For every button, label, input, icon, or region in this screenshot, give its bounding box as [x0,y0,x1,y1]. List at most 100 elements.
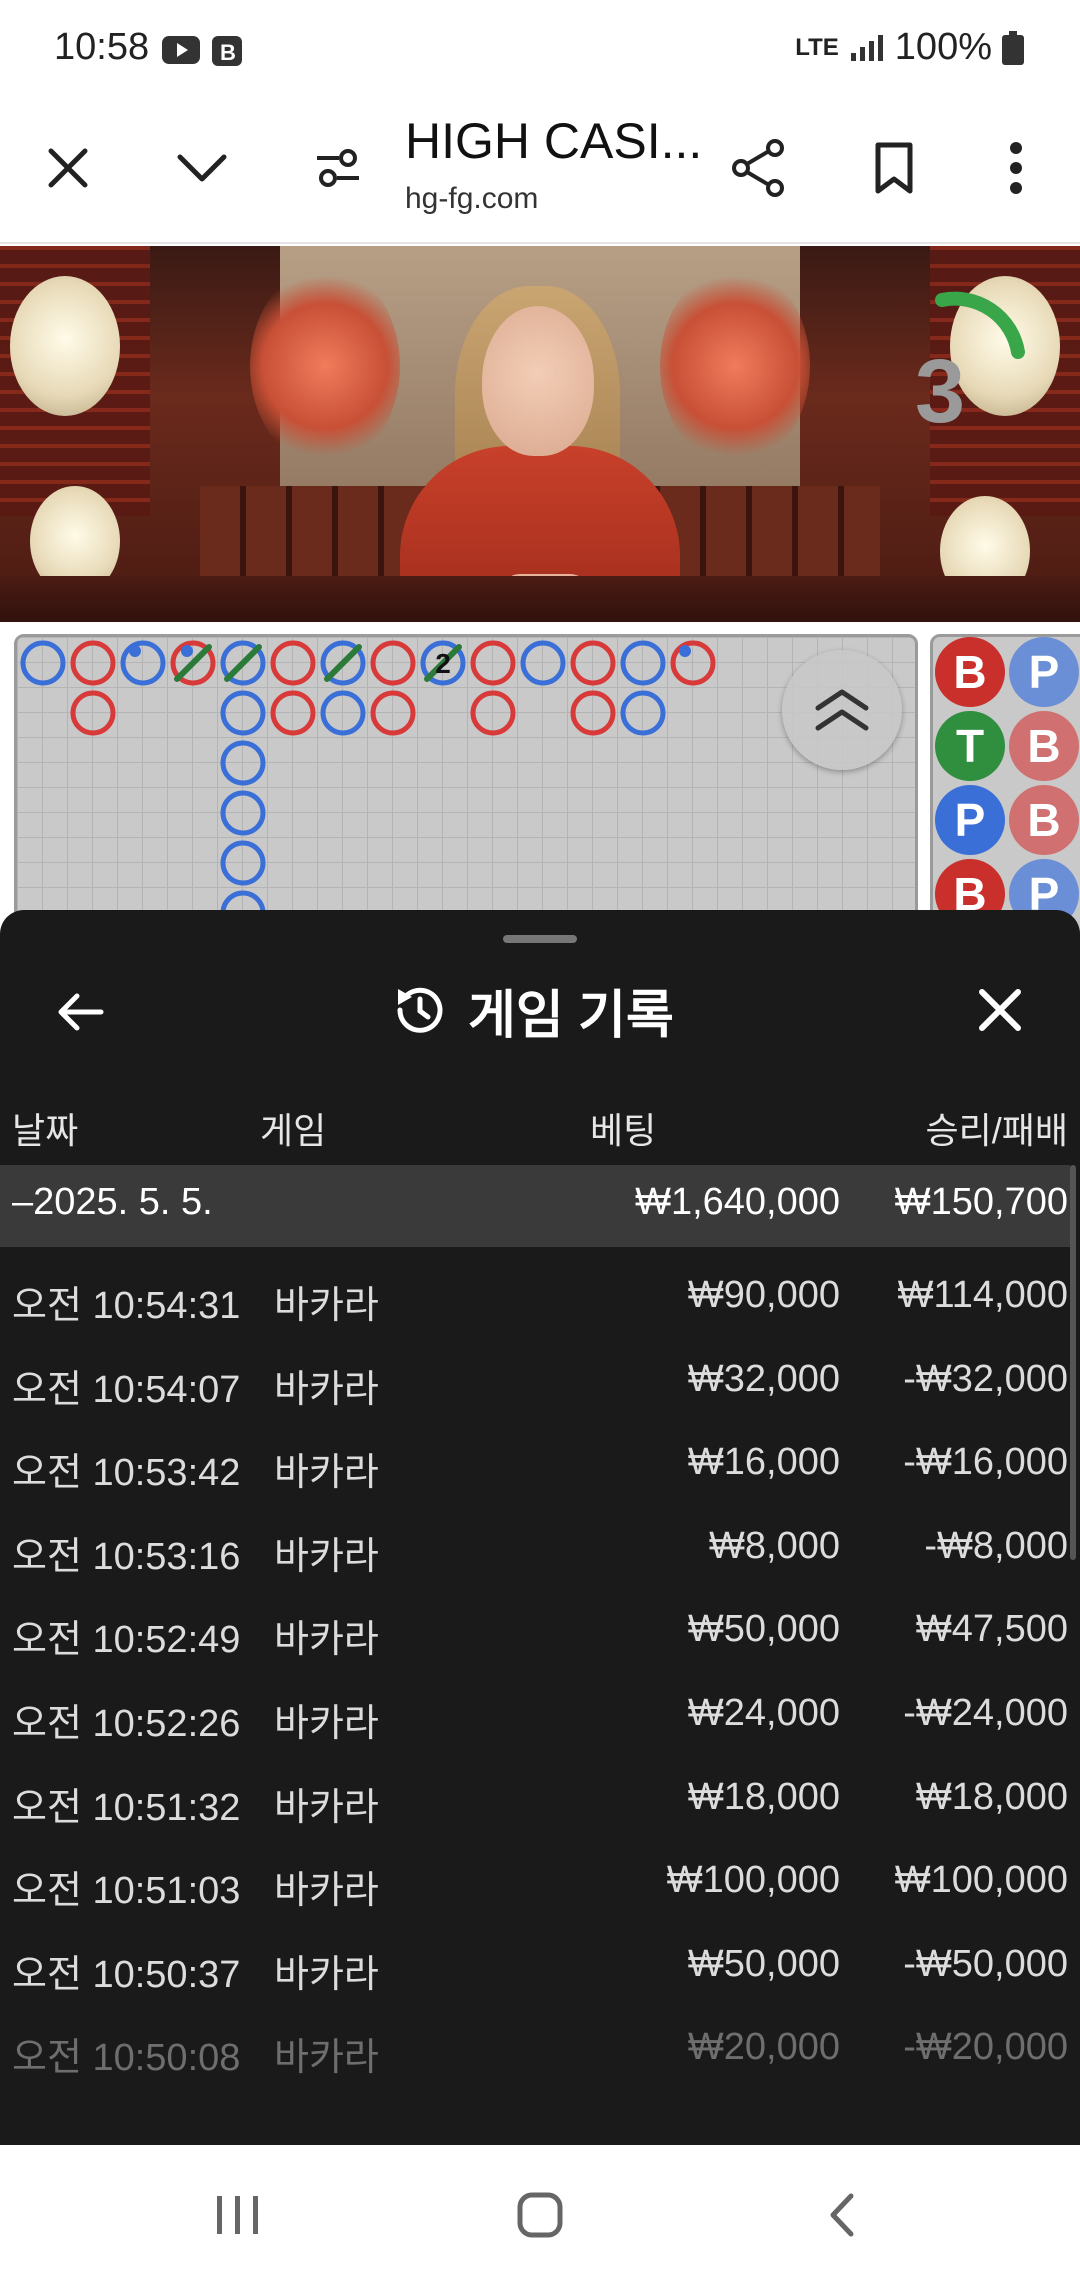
row-result: ₩100,000 [894,1859,1068,1902]
browser-toolbar: HIGH CASI... hg-fg.com [0,100,1080,244]
row-bet: ₩50,000 [687,1608,840,1651]
row-time: 오전 10:53:16 [12,1535,241,1578]
summary-bet: ₩1,640,000 [635,1181,840,1223]
more-options-button[interactable] [976,128,1056,208]
row-game: 바카라 [274,1285,379,1327]
row-time: 오전 10:52:26 [12,1702,241,1745]
history-row[interactable]: 오전 10:50:08 바카라 ₩20,000 -₩20,000 [0,2004,1070,2088]
history-row[interactable]: 오전 10:52:49 바카라 ₩50,000 ₩47,500 [0,1586,1070,1670]
row-game: 바카라 [274,1786,379,1829]
back-nav-button[interactable] [792,2175,892,2255]
dealer-face [482,306,594,456]
bookmark-button[interactable] [854,128,934,208]
row-result: ₩18,000 [915,1775,1068,1818]
game-history-sheet: 게임 기록 날짜 게임 베팅 승리/패배 –2025. 5. 5. ₩1,640… [0,910,1080,2145]
recent-apps-button[interactable] [188,2175,288,2255]
column-header-result[interactable]: 승리/패배 [926,1102,1068,1154]
cherry-blossom [660,266,810,466]
youtube-icon [162,36,200,64]
row-time: 오전 10:50:37 [12,1953,241,1996]
row-game: 바카라 [274,1619,379,1662]
bead-player: P [1009,637,1079,707]
bead-tie: T [935,711,1005,781]
share-button[interactable] [718,128,798,208]
cherry-blossom [250,266,400,466]
row-bet: ₩24,000 [687,1691,840,1734]
site-settings-button[interactable] [298,128,378,208]
collapse-scoreboard-button[interactable] [782,650,902,770]
sheet-header: 게임 기록 [388,970,674,1050]
summary-result: ₩150,700 [894,1181,1068,1223]
countdown-number: 3 [915,342,965,436]
column-header-game[interactable]: 게임 [260,1102,326,1154]
battery-icon [1002,30,1024,65]
history-row[interactable]: 오전 10:53:42 바카라 ₩16,000 -₩16,000 [0,1419,1070,1503]
system-nav-bar [0,2145,1080,2280]
sheet-title: 게임 기록 [468,986,674,1045]
row-game: 바카라 [274,1368,379,1411]
row-bet: ₩16,000 [687,1441,840,1484]
signal-icon [850,34,883,61]
row-game: 바카라 [274,2037,379,2080]
row-result: -₩8,000 [924,1524,1068,1567]
day-summary-row[interactable]: –2025. 5. 5. ₩1,640,000 ₩150,700 [0,1165,1070,1247]
double-chevron-up-icon [815,689,869,731]
bead-banker: B [1009,785,1079,855]
status-bar: 10:58 B LTE 100% [0,0,1080,100]
row-bet: ₩20,000 [687,2026,840,2069]
row-result: -₩50,000 [903,1942,1068,1985]
row-bet: ₩50,000 [687,1942,840,1985]
column-header-date[interactable]: 날짜 [12,1102,78,1154]
history-row[interactable]: 오전 10:53:16 바카라 ₩8,000 -₩8,000 [0,1503,1070,1587]
home-button[interactable] [490,2175,590,2255]
row-bet: ₩18,000 [687,1775,840,1818]
row-game: 바카라 [274,1953,379,1996]
history-row[interactable]: 오전 10:51:03 바카라 ₩100,000 ₩100,000 [0,1837,1070,1921]
b-app-icon: B [212,36,242,66]
history-row[interactable]: 오전 10:54:07 바카라 ₩32,000 -₩32,000 [0,1336,1070,1420]
summary-date: –2025. 5. 5. [12,1181,213,1223]
share-icon [732,139,784,197]
row-result: ₩47,500 [915,1608,1068,1651]
network-type: LTE [795,33,839,61]
bead-banker: B [935,637,1005,707]
status-indicators: LTE 100% [795,26,1024,69]
row-game: 바카라 [274,1452,379,1495]
big-road-scoreboard[interactable]: 2 [14,634,918,934]
history-row[interactable]: 오전 10:54:31 바카라 ₩90,000 ₩114,000 [0,1252,1070,1336]
live-video-stream[interactable]: 3 [0,246,1080,622]
row-bet: ₩32,000 [687,1357,840,1400]
more-vert-icon [1010,142,1022,194]
close-icon [48,148,88,188]
back-button[interactable] [40,972,120,1052]
battery-percent: 100% [894,26,992,68]
drag-handle[interactable] [503,935,577,943]
scrollbar[interactable] [1070,1165,1076,1560]
history-row[interactable]: 오전 10:51:32 바카라 ₩18,000 ₩18,000 [0,1754,1070,1838]
bead-player: P [935,785,1005,855]
chevron-down-icon [177,154,227,182]
status-time: 10:58 [54,26,150,68]
history-list: 오전 10:54:31 바카라 ₩90,000 ₩114,000 오전 10:54:0… [0,1252,1070,2088]
row-result: -₩20,000 [903,2026,1068,2069]
column-header-bet[interactable]: 베팅 [590,1102,656,1154]
row-time: 오전 10:54:07 [12,1368,241,1411]
tune-icon [317,149,359,187]
row-bet: ₩100,000 [666,1859,840,1902]
bead-plate-scoreboard[interactable]: B P T B P B B P [930,634,1080,934]
history-row[interactable]: 오전 10:50:37 바카라 ₩50,000 -₩50,000 [0,1921,1070,2005]
minimize-button[interactable] [162,128,242,208]
row-result: -₩24,000 [903,1691,1068,1734]
lantern [10,276,120,416]
close-tab-button[interactable] [28,128,108,208]
countdown-timer: 3 [915,291,1025,436]
row-bet: ₩8,000 [709,1524,840,1567]
row-result: -₩16,000 [903,1441,1068,1484]
svg-text:B: B [220,40,236,65]
row-time: 오전 10:51:32 [12,1786,241,1829]
close-sheet-button[interactable] [960,970,1040,1050]
row-time: 오전 10:50:08 [12,2037,241,2080]
row-time: 오전 10:53:42 [12,1452,241,1495]
bead-banker: B [1009,711,1079,781]
history-row[interactable]: 오전 10:52:26 바카라 ₩24,000 -₩24,000 [0,1670,1070,1754]
